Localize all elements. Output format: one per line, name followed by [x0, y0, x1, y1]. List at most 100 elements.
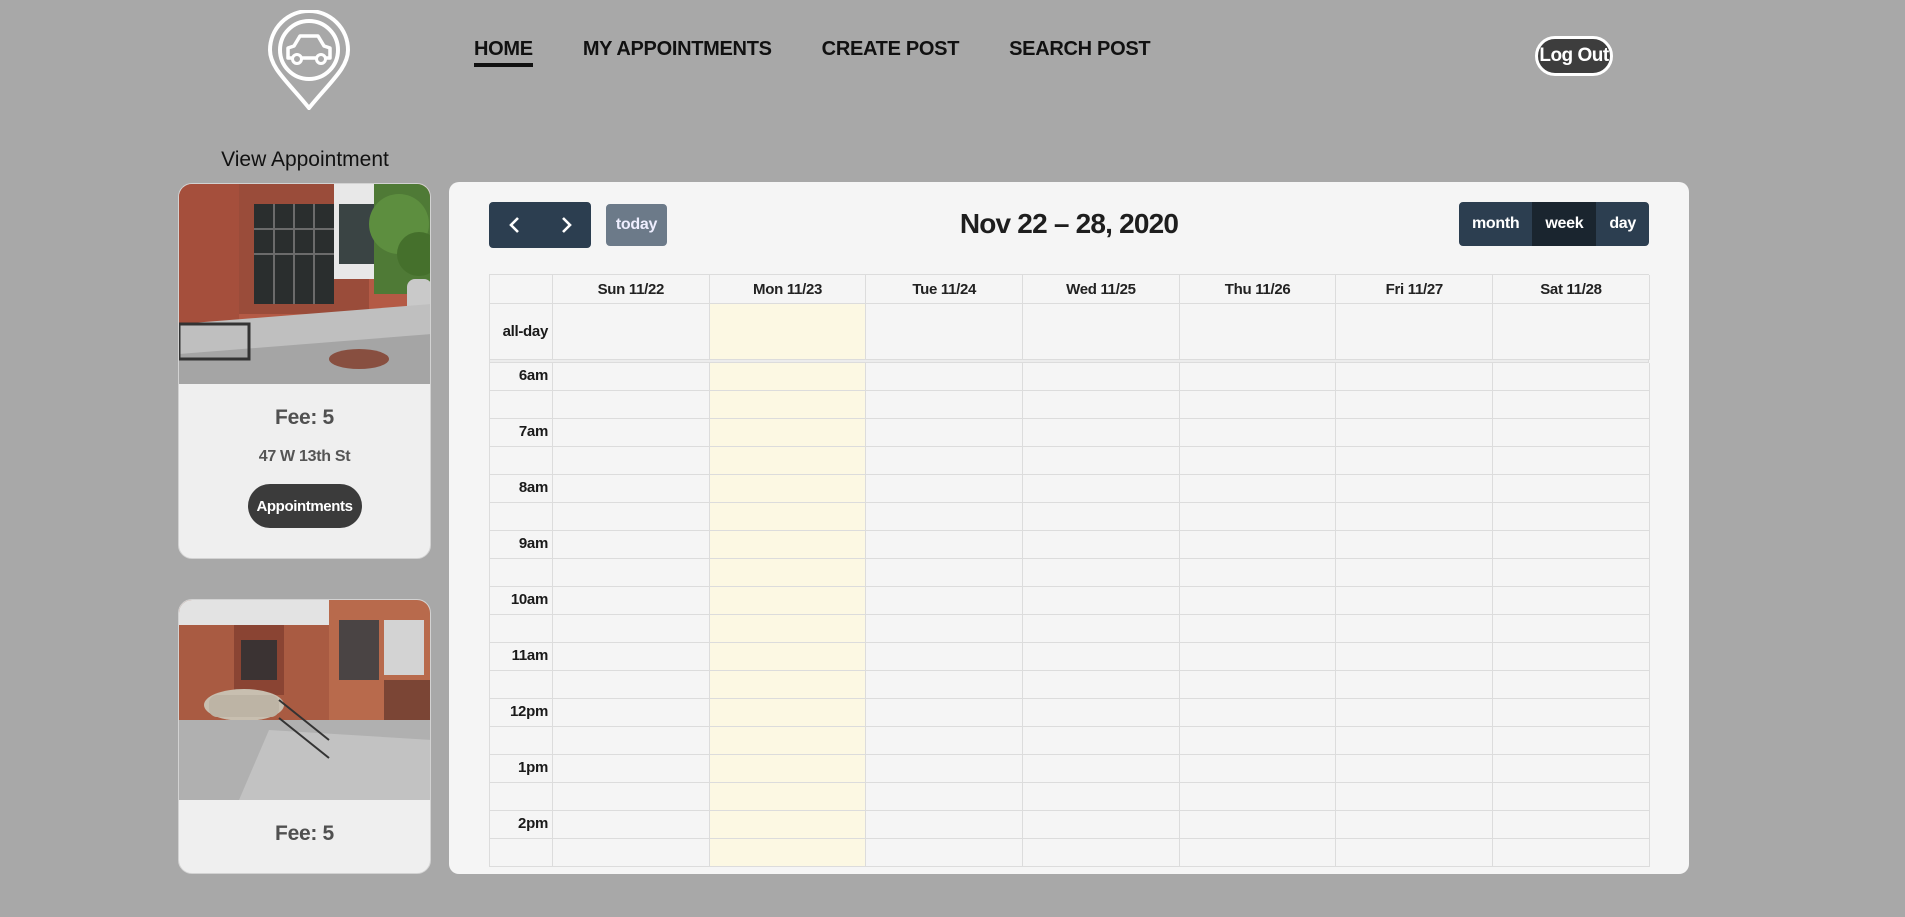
today-button[interactable]: today [606, 204, 667, 246]
time-slot-cell[interactable] [1023, 727, 1180, 755]
time-slot-cell[interactable] [709, 587, 867, 615]
time-slot-cell[interactable] [709, 559, 867, 587]
time-slot-cell[interactable] [553, 615, 710, 643]
time-slot-cell[interactable] [1493, 671, 1650, 699]
time-slot-cell[interactable] [1023, 811, 1180, 839]
time-slot-cell[interactable] [866, 475, 1024, 503]
time-slot-cell[interactable] [1336, 615, 1494, 643]
allday-cell[interactable] [1023, 304, 1180, 360]
prev-button[interactable] [489, 202, 540, 248]
time-slot-cell[interactable] [709, 531, 867, 559]
time-slot-cell[interactable] [1336, 363, 1494, 391]
time-slot-cell[interactable] [1179, 363, 1337, 391]
time-slot-cell[interactable] [866, 755, 1024, 783]
time-slot-cell[interactable] [1023, 363, 1180, 391]
time-slot-cell[interactable] [1179, 615, 1337, 643]
time-slot-cell[interactable] [1179, 559, 1337, 587]
logout-button[interactable]: Log Out [1535, 36, 1613, 76]
time-slot-cell[interactable] [709, 727, 867, 755]
time-slot-cell[interactable] [1336, 419, 1494, 447]
nav-home[interactable]: HOME [474, 38, 533, 67]
time-slot-cell[interactable] [866, 783, 1024, 811]
time-slot-cell[interactable] [1179, 391, 1337, 419]
time-slot-cell[interactable] [553, 559, 710, 587]
time-slot-cell[interactable] [1493, 475, 1650, 503]
allday-cell[interactable] [1493, 304, 1650, 360]
time-slot-cell[interactable] [709, 475, 867, 503]
time-slot-cell[interactable] [1336, 503, 1494, 531]
time-slot-cell[interactable] [709, 699, 867, 727]
time-slot-cell[interactable] [866, 727, 1024, 755]
time-slot-cell[interactable] [1179, 839, 1337, 867]
time-slot-cell[interactable] [1023, 643, 1180, 671]
time-slot-cell[interactable] [1336, 671, 1494, 699]
time-slot-cell[interactable] [1336, 783, 1494, 811]
time-slot-cell[interactable] [1023, 475, 1180, 503]
time-slot-cell[interactable] [1023, 755, 1180, 783]
time-slot-cell[interactable] [709, 811, 867, 839]
time-slot-cell[interactable] [1493, 363, 1650, 391]
time-slot-cell[interactable] [709, 755, 867, 783]
time-slot-cell[interactable] [1179, 699, 1337, 727]
time-slot-cell[interactable] [709, 671, 867, 699]
appointments-button[interactable]: Appointments [247, 484, 362, 528]
time-slot-cell[interactable] [553, 419, 710, 447]
view-week-button[interactable]: week [1532, 202, 1597, 246]
view-day-button[interactable]: day [1596, 202, 1649, 246]
time-slot-cell[interactable] [553, 391, 710, 419]
time-slot-cell[interactable] [866, 839, 1024, 867]
time-slot-cell[interactable] [866, 643, 1024, 671]
time-slot-cell[interactable] [709, 643, 867, 671]
time-slot-cell[interactable] [709, 363, 867, 391]
time-slot-cell[interactable] [1179, 811, 1337, 839]
time-slot-cell[interactable] [1336, 699, 1494, 727]
time-slot-cell[interactable] [1179, 419, 1337, 447]
nav-create-post[interactable]: CREATE POST [822, 38, 960, 67]
time-slot-cell[interactable] [1493, 391, 1650, 419]
time-slot-cell[interactable] [709, 447, 867, 475]
allday-cell[interactable] [1336, 304, 1494, 360]
time-slot-cell[interactable] [866, 615, 1024, 643]
time-slot-cell[interactable] [553, 363, 710, 391]
time-slot-cell[interactable] [1023, 783, 1180, 811]
time-slot-cell[interactable] [709, 419, 867, 447]
time-slot-cell[interactable] [553, 699, 710, 727]
time-slot-cell[interactable] [1336, 447, 1494, 475]
time-slot-cell[interactable] [866, 363, 1024, 391]
view-month-button[interactable]: month [1458, 202, 1533, 246]
time-slot-cell[interactable] [709, 615, 867, 643]
allday-cell[interactable] [866, 304, 1024, 360]
nav-search-post[interactable]: SEARCH POST [1009, 38, 1150, 67]
time-slot-cell[interactable] [1023, 699, 1180, 727]
nav-my-appointments[interactable]: MY APPOINTMENTS [583, 38, 772, 67]
time-slot-cell[interactable] [1493, 727, 1650, 755]
time-slot-cell[interactable] [1179, 587, 1337, 615]
time-slot-cell[interactable] [553, 503, 710, 531]
time-slot-cell[interactable] [1493, 839, 1650, 867]
time-slot-cell[interactable] [709, 503, 867, 531]
next-button[interactable] [540, 202, 591, 248]
time-slot-cell[interactable] [866, 503, 1024, 531]
time-slot-cell[interactable] [866, 559, 1024, 587]
time-slot-cell[interactable] [553, 643, 710, 671]
time-slot-cell[interactable] [553, 475, 710, 503]
time-slot-cell[interactable] [553, 727, 710, 755]
time-slot-cell[interactable] [1179, 783, 1337, 811]
time-slot-cell[interactable] [866, 419, 1024, 447]
allday-cell[interactable] [709, 304, 867, 360]
time-slot-cell[interactable] [1023, 559, 1180, 587]
time-slot-cell[interactable] [1493, 699, 1650, 727]
time-slot-cell[interactable] [1493, 559, 1650, 587]
time-slot-cell[interactable] [1493, 643, 1650, 671]
time-slot-cell[interactable] [1179, 475, 1337, 503]
time-slot-cell[interactable] [1023, 503, 1180, 531]
time-slot-cell[interactable] [709, 391, 867, 419]
time-slot-cell[interactable] [1023, 447, 1180, 475]
time-slot-cell[interactable] [1493, 615, 1650, 643]
time-slot-cell[interactable] [1336, 531, 1494, 559]
time-slot-cell[interactable] [1493, 587, 1650, 615]
time-slot-cell[interactable] [1336, 643, 1494, 671]
time-slot-cell[interactable] [553, 671, 710, 699]
time-slot-cell[interactable] [866, 587, 1024, 615]
time-slot-cell[interactable] [866, 391, 1024, 419]
